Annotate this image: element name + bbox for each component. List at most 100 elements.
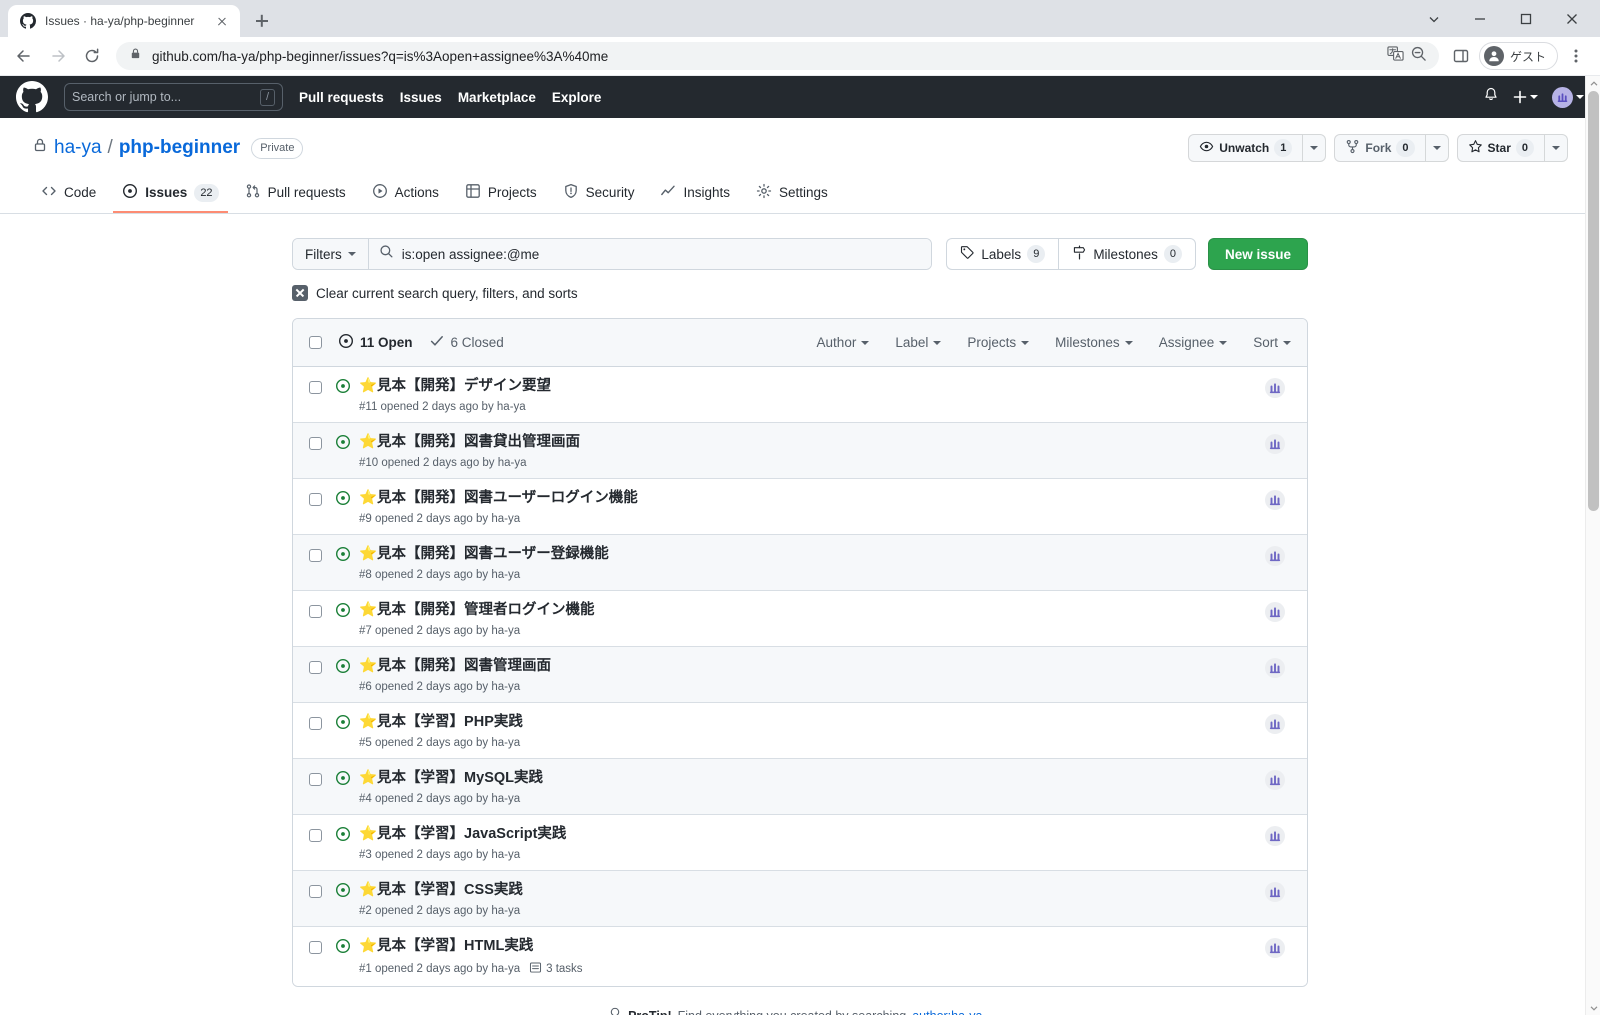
issue-assignee[interactable]	[1265, 882, 1291, 902]
issue-title-link[interactable]: ⭐見本【開発】デザイン要望	[359, 376, 551, 396]
tab-security[interactable]: Security	[554, 176, 644, 213]
sort-dropdown[interactable]: Sort	[1253, 335, 1291, 350]
notifications-bell-icon[interactable]	[1483, 87, 1499, 108]
select-all-checkbox[interactable]	[309, 336, 322, 349]
label-dropdown[interactable]: Label	[895, 335, 942, 350]
issue-title-link[interactable]: ⭐見本【開発】図書ユーザーログイン機能	[359, 488, 638, 508]
issue-assignee[interactable]	[1265, 546, 1291, 566]
issue-checkbox[interactable]	[309, 829, 322, 842]
issue-assignee[interactable]	[1265, 490, 1291, 510]
window-close-icon[interactable]	[1550, 2, 1594, 36]
forward-icon[interactable]	[42, 40, 74, 72]
issue-row[interactable]: ⭐見本【開発】図書ユーザーログイン機能 #9 opened 2 days ago …	[293, 479, 1307, 535]
profile-button[interactable]: ゲスト	[1478, 42, 1558, 70]
tab-code[interactable]: Code	[32, 176, 105, 213]
issue-row[interactable]: ⭐見本【開発】図書管理画面 #6 opened 2 days ago by ha-…	[293, 647, 1307, 703]
issue-row[interactable]: ⭐見本【開発】図書ユーザー登録機能 #8 opened 2 days ago by…	[293, 535, 1307, 591]
more-menu-icon[interactable]	[1560, 40, 1592, 72]
issue-title-link[interactable]: ⭐見本【開発】図書管理画面	[359, 656, 551, 676]
open-issues-filter[interactable]: 11 Open	[338, 333, 413, 352]
tab-issues[interactable]: Issues 22	[113, 176, 228, 213]
fork-button[interactable]: Fork 0	[1334, 134, 1425, 162]
watch-dropdown-button[interactable]	[1302, 134, 1327, 162]
side-panel-icon[interactable]	[1445, 40, 1477, 72]
issue-assignee[interactable]	[1265, 602, 1291, 622]
issue-assignee[interactable]	[1265, 826, 1291, 846]
scroll-thumb[interactable]	[1588, 91, 1599, 511]
issue-checkbox[interactable]	[309, 661, 322, 674]
issue-checkbox[interactable]	[309, 773, 322, 786]
issue-row[interactable]: ⭐見本【学習】MySQL実践 #4 opened 2 days ago by ha…	[293, 759, 1307, 815]
issue-title-link[interactable]: ⭐見本【学習】HTML実践	[359, 936, 533, 956]
issue-row[interactable]: ⭐見本【学習】CSS実践 #2 opened 2 days ago by ha-y…	[293, 871, 1307, 927]
issue-title-link[interactable]: ⭐見本【学習】JavaScript実践	[359, 824, 566, 844]
issue-title-link[interactable]: ⭐見本【開発】図書貸出管理画面	[359, 432, 580, 452]
issue-title-link[interactable]: ⭐見本【学習】CSS実践	[359, 880, 523, 900]
issue-search-input[interactable]: is:open assignee:@me	[368, 239, 932, 269]
issue-checkbox[interactable]	[309, 885, 322, 898]
github-logo-icon[interactable]	[16, 81, 48, 113]
issue-title-link[interactable]: ⭐見本【学習】MySQL実践	[359, 768, 543, 788]
nav-pull-requests[interactable]: Pull requests	[299, 90, 384, 105]
browser-tab[interactable]: Issues · ha-ya/php-beginner	[8, 5, 240, 37]
issue-row[interactable]: ⭐見本【開発】デザイン要望 #11 opened 2 days ago by ha…	[293, 367, 1307, 423]
issue-checkbox[interactable]	[309, 493, 322, 506]
user-menu[interactable]	[1552, 86, 1584, 108]
issue-assignee[interactable]	[1265, 770, 1291, 790]
tab-pull-requests[interactable]: Pull requests	[236, 176, 355, 213]
tab-projects[interactable]: Projects	[456, 176, 546, 213]
search-input[interactable]: Search or jump to... /	[64, 83, 283, 111]
issue-checkbox[interactable]	[309, 941, 322, 954]
protip-link[interactable]: author:ha-ya	[912, 1009, 982, 1015]
issue-checkbox[interactable]	[309, 549, 322, 562]
issue-row[interactable]: ⭐見本【学習】PHP実践 #5 opened 2 days ago by ha-y…	[293, 703, 1307, 759]
tab-insights[interactable]: Insights	[651, 176, 739, 213]
clear-icon[interactable]	[292, 285, 308, 301]
repo-owner-link[interactable]: ha-ya	[54, 137, 102, 159]
issue-row[interactable]: ⭐見本【学習】HTML実践 #1 opened 2 days ago by ha-…	[293, 927, 1307, 986]
zoom-out-icon[interactable]	[1410, 45, 1427, 67]
scroll-up-arrow[interactable]	[1586, 76, 1600, 91]
issue-checkbox[interactable]	[309, 381, 322, 394]
projects-dropdown[interactable]: Projects	[967, 335, 1030, 350]
repo-name-link[interactable]: php-beginner	[119, 137, 240, 159]
new-issue-button[interactable]: New issue	[1207, 238, 1308, 270]
clear-search-row[interactable]: Clear current search query, filters, and…	[292, 285, 1308, 301]
fork-dropdown-button[interactable]	[1424, 134, 1449, 162]
chevron-down-icon[interactable]	[1412, 2, 1456, 36]
page-scrollbar[interactable]	[1585, 76, 1600, 1015]
assignee-dropdown[interactable]: Assignee	[1159, 335, 1228, 350]
issue-title-link[interactable]: ⭐見本【開発】管理者ログイン機能	[359, 600, 595, 620]
back-icon[interactable]	[8, 40, 40, 72]
issue-row[interactable]: ⭐見本【学習】JavaScript実践 #3 opened 2 days ago …	[293, 815, 1307, 871]
issue-row[interactable]: ⭐見本【開発】図書貸出管理画面 #10 opened 2 days ago by …	[293, 423, 1307, 479]
milestones-dropdown[interactable]: Milestones	[1055, 335, 1133, 350]
issue-title-link[interactable]: ⭐見本【学習】PHP実践	[359, 712, 523, 732]
issue-title-link[interactable]: ⭐見本【開発】図書ユーザー登録機能	[359, 544, 609, 564]
issue-checkbox[interactable]	[309, 717, 322, 730]
close-icon[interactable]	[214, 13, 230, 29]
create-new-menu[interactable]	[1513, 90, 1538, 104]
milestones-button[interactable]: Milestones 0	[1058, 238, 1196, 270]
closed-issues-filter[interactable]: 6 Closed	[429, 333, 504, 352]
star-dropdown-button[interactable]	[1544, 134, 1568, 162]
star-button[interactable]: Star 0	[1456, 134, 1544, 162]
tab-actions[interactable]: Actions	[363, 176, 448, 213]
issue-assignee[interactable]	[1265, 378, 1291, 398]
nav-issues[interactable]: Issues	[400, 90, 442, 105]
address-bar[interactable]: github.com/ha-ya/php-beginner/issues?q=i…	[116, 42, 1439, 70]
reload-icon[interactable]	[76, 40, 108, 72]
issue-row[interactable]: ⭐見本【開発】管理者ログイン機能 #7 opened 2 days ago by …	[293, 591, 1307, 647]
author-dropdown[interactable]: Author	[817, 335, 870, 350]
issue-assignee[interactable]	[1265, 434, 1291, 454]
translate-icon[interactable]	[1387, 45, 1404, 67]
filters-dropdown-button[interactable]: Filters	[293, 239, 369, 269]
tab-settings[interactable]: Settings	[747, 176, 837, 213]
maximize-icon[interactable]	[1504, 2, 1548, 36]
new-tab-button[interactable]	[248, 7, 276, 35]
scroll-down-arrow[interactable]	[1586, 1000, 1600, 1015]
nav-marketplace[interactable]: Marketplace	[458, 90, 536, 105]
labels-button[interactable]: Labels 9	[946, 238, 1059, 270]
unwatch-button[interactable]: Unwatch 1	[1188, 134, 1303, 162]
minimize-icon[interactable]	[1458, 2, 1502, 36]
